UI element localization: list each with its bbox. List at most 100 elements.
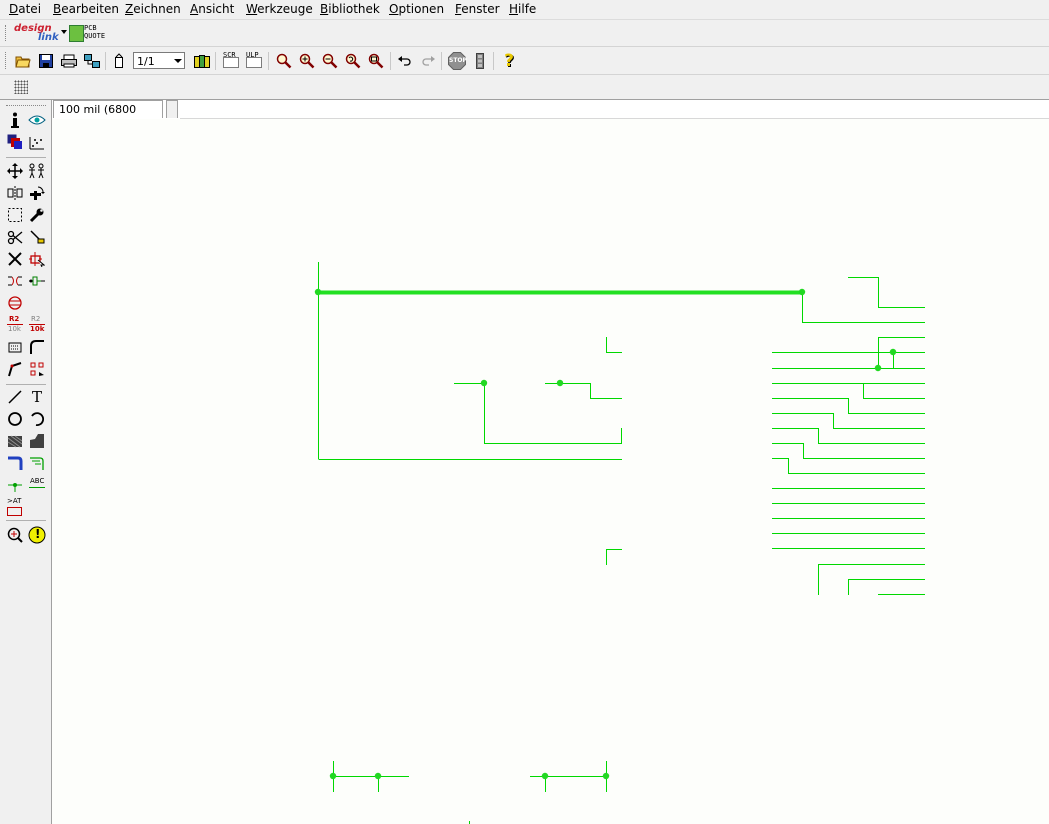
errors-button[interactable]: !: [28, 526, 46, 544]
move-icon[interactable]: [6, 162, 24, 180]
ulp-button[interactable]: ULP: [244, 51, 264, 71]
net-wire: [772, 413, 925, 429]
gateswap-icon[interactable]: [28, 272, 46, 290]
junction-dot: [874, 364, 882, 372]
bus-icon[interactable]: [6, 454, 24, 472]
menu-bibliothek[interactable]: Bibliothek: [320, 1, 380, 17]
toolbar-separator: [441, 52, 442, 70]
junction-dot: [329, 772, 337, 780]
value-tool-bottom: 10k: [30, 325, 45, 333]
zoom-redraw-icon[interactable]: [343, 51, 363, 71]
net-wire: [848, 579, 925, 595]
split-icon[interactable]: [6, 360, 24, 378]
circle-icon[interactable]: [6, 410, 24, 428]
label-tool[interactable]: ABC: [28, 476, 46, 494]
grid-dots-icon[interactable]: [14, 80, 28, 94]
copy-icon[interactable]: [28, 162, 46, 180]
miter-icon[interactable]: [28, 338, 46, 356]
designlink-button[interactable]: design link: [12, 22, 60, 44]
zoom-in-icon[interactable]: [297, 51, 317, 71]
rotate-icon[interactable]: [28, 184, 46, 202]
smash-icon[interactable]: [6, 338, 24, 356]
name-tool[interactable]: R2 10k: [6, 315, 24, 334]
pcb-quote-button[interactable]: PCB QUOTE: [69, 23, 109, 43]
info-icon[interactable]: [6, 111, 24, 129]
grid-info-tab[interactable]: 100 mil (6800 4800): [53, 100, 163, 134]
stop-label: STOP: [449, 57, 467, 64]
toolbar-grip[interactable]: [5, 25, 9, 41]
sheet-icon[interactable]: [109, 51, 129, 71]
undo-icon[interactable]: [395, 51, 415, 71]
script-scr-button[interactable]: SCR: [221, 51, 241, 71]
toolbox-separator: [6, 520, 46, 521]
net-wire: [772, 428, 925, 444]
cut-scissors-icon[interactable]: [6, 228, 24, 246]
menu-datei[interactable]: Datei: [9, 1, 41, 17]
arc-icon[interactable]: [28, 410, 46, 428]
designlink-toolbar: design link PCB QUOTE: [0, 20, 1049, 47]
net-wire: [772, 383, 925, 399]
errors-label: !: [35, 527, 41, 541]
group-icon[interactable]: [6, 206, 24, 224]
mark-icon[interactable]: [28, 133, 46, 151]
junction-dot: [602, 772, 610, 780]
junction-icon[interactable]: [6, 476, 24, 494]
change-wrench-icon[interactable]: [28, 206, 46, 224]
toolbox-grip[interactable]: [6, 105, 46, 106]
attribute-tool[interactable]: >AT: [6, 497, 24, 516]
paste-icon[interactable]: [28, 228, 46, 246]
name-tool-bottom: 10k: [8, 325, 21, 333]
net-wire: [545, 383, 622, 399]
sheet-select[interactable]: 1/1: [133, 52, 185, 69]
schematic-canvas[interactable]: [52, 119, 1049, 824]
invoke-icon[interactable]: [28, 360, 46, 378]
toolbar-separator: [215, 52, 216, 70]
mirror-icon[interactable]: [6, 184, 24, 202]
zoom-select-icon[interactable]: [366, 51, 386, 71]
zoom-out-icon[interactable]: [320, 51, 340, 71]
rectangle-icon[interactable]: [6, 432, 24, 450]
polygon-icon[interactable]: [28, 432, 46, 450]
erc-check-icon[interactable]: [6, 526, 24, 544]
redo-icon[interactable]: [418, 51, 438, 71]
attribute-tool-box: [7, 507, 22, 516]
zoom-fit-icon[interactable]: [274, 51, 294, 71]
text-tool-label: T: [31, 388, 42, 406]
toolbar-separator: [493, 52, 494, 70]
wire-line-icon[interactable]: [6, 388, 24, 406]
junction-dot: [798, 288, 806, 296]
scr-label: SCR: [223, 51, 236, 59]
help-button[interactable]: ?: [499, 51, 519, 71]
menu-bearbeiten[interactable]: Bearbeiten: [53, 1, 119, 17]
add-part-icon[interactable]: [28, 250, 46, 268]
attribute-tool-text: >AT: [7, 497, 22, 505]
text-tool[interactable]: T: [28, 388, 46, 406]
dropdown-arrow-icon[interactable]: [61, 30, 67, 34]
menu-hilfe[interactable]: Hilfe: [509, 1, 536, 17]
net-icon[interactable]: [28, 454, 46, 472]
net-wire: [606, 549, 622, 565]
cam-processor-icon[interactable]: [82, 51, 102, 71]
open-icon[interactable]: [13, 51, 33, 71]
menu-werkzeuge[interactable]: Werkzeuge: [246, 1, 313, 17]
toolbar-grip[interactable]: [5, 52, 9, 69]
go-icon[interactable]: [470, 51, 490, 71]
grid-tab-row: 100 mil (6800 4800): [52, 100, 1049, 134]
menu-zeichnen[interactable]: Zeichnen: [125, 1, 181, 17]
display-layers-icon[interactable]: [6, 133, 24, 151]
library-book-icon[interactable]: [192, 51, 212, 71]
print-icon[interactable]: [59, 51, 79, 71]
menu-fenster[interactable]: Fenster: [455, 1, 500, 17]
pinswap-icon[interactable]: [6, 272, 24, 290]
replace-icon[interactable]: [6, 294, 24, 312]
save-icon[interactable]: [36, 51, 56, 71]
delete-x-icon[interactable]: [6, 250, 24, 268]
menu-ansicht[interactable]: Ansicht: [190, 1, 234, 17]
value-tool[interactable]: R2 10k: [28, 315, 46, 334]
pcb-quote-icon: [69, 25, 84, 42]
net-wire: [848, 277, 925, 308]
show-eye-icon[interactable]: [28, 111, 46, 129]
designlink-logo-bottom: link: [38, 32, 59, 43]
menu-optionen[interactable]: Optionen: [389, 1, 444, 17]
stop-icon[interactable]: STOP: [447, 51, 467, 71]
